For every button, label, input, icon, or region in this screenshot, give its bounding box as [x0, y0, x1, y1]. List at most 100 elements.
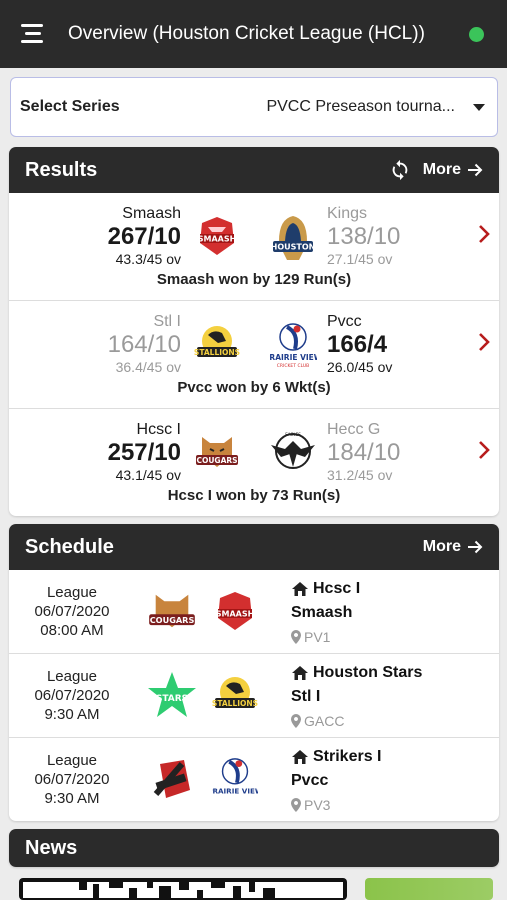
svg-text:SMAASH: SMAASH — [198, 235, 237, 244]
page-title: Overview (Houston Cricket League (HCL)) — [68, 23, 425, 44]
news-header: News — [9, 829, 499, 867]
schedule-header: Schedule More — [9, 524, 499, 570]
svg-text:STALLIONS: STALLIONS — [212, 699, 258, 708]
arrow-right-icon — [468, 540, 483, 554]
team-score: 164/10 — [107, 331, 181, 358]
app-bar: Overview (Houston Cricket League (HCL)) — [0, 0, 507, 68]
home-icon — [292, 582, 308, 596]
away-team: Pvcc — [291, 772, 329, 789]
away-team: Smaash — [291, 604, 353, 621]
svg-text:PRAIRIE VIEW: PRAIRIE VIEW — [269, 353, 317, 362]
venue: PV1 — [304, 629, 331, 645]
svg-text:EAGLES: EAGLES — [285, 432, 301, 437]
match-time: 9:30 AM — [44, 706, 100, 723]
match-date: 06/07/2020 — [34, 603, 110, 620]
team-score: 184/10 — [327, 439, 401, 466]
schedule-title: Schedule — [25, 535, 114, 558]
team-name: Kings — [327, 205, 368, 222]
match-type: League — [46, 668, 98, 685]
stallions-logo-icon: STALLIONS — [212, 677, 258, 708]
home-team: Hcsc I — [313, 580, 361, 597]
result-row[interactable]: Smaash 267/10 43.3/45 ov SMAASH HOUSTON … — [9, 193, 499, 301]
match-time: 08:00 AM — [40, 622, 104, 639]
team-name: Pvcc — [327, 313, 362, 330]
match-result: Hcsc I won by 73 Run(s) — [167, 487, 341, 504]
team-overs: 43.3/45 ov — [115, 251, 181, 267]
arrow-right-icon — [468, 163, 483, 177]
eagles-logo-icon: EAGLES — [271, 432, 315, 469]
series-select-label: Select Series — [20, 98, 120, 115]
match-date: 06/07/2020 — [34, 687, 110, 704]
schedule-row[interactable]: League 06/07/2020 9:30 AM PRAIRIE VIEW S… — [9, 738, 499, 821]
news-thumbnail[interactable] — [19, 878, 347, 900]
news-card: News — [9, 829, 499, 867]
team-score: 138/10 — [327, 223, 401, 250]
results-more-link[interactable]: More — [423, 161, 483, 179]
chevron-right-icon — [479, 333, 490, 351]
match-result: Smaash won by 129 Run(s) — [156, 271, 352, 288]
results-more-label: More — [422, 161, 461, 178]
svg-text:COUGARS: COUGARS — [196, 456, 237, 465]
prairie-view-logo-icon: PRAIRIE VIEW CRICKET CLUB — [269, 323, 317, 369]
news-thumbnail[interactable] — [365, 878, 493, 900]
team-overs: 43.1/45 ov — [115, 467, 181, 483]
prairie-view-logo-icon: PRAIRIE VIEW — [212, 758, 258, 795]
strikers-logo-icon — [153, 760, 190, 798]
results-card: Results More Smaash 267/10 43.3/45 ov SM… — [9, 147, 499, 516]
svg-text:SMAASH: SMAASH — [216, 610, 255, 619]
venue: PV3 — [304, 797, 331, 813]
home-team: Strikers I — [313, 748, 382, 765]
svg-text:STARS: STARS — [156, 694, 188, 704]
smaash-logo-icon: SMAASH — [198, 217, 237, 255]
schedule-more-label: More — [422, 538, 461, 555]
location-pin-icon — [291, 630, 301, 644]
home-icon — [292, 666, 308, 680]
away-team: Stl I — [291, 688, 321, 705]
houston-kings-logo-icon: HOUSTON — [271, 216, 316, 260]
home-icon — [292, 750, 308, 764]
team-overs: 36.4/45 ov — [115, 359, 181, 375]
team-overs: 26.0/45 ov — [327, 359, 393, 375]
svg-text:STALLIONS: STALLIONS — [194, 348, 240, 357]
cougars-logo-icon: COUGARS — [196, 437, 238, 467]
svg-text:PRAIRIE VIEW: PRAIRIE VIEW — [212, 786, 258, 795]
team-name: Hecc G — [327, 421, 381, 438]
team-overs: 31.2/45 ov — [327, 467, 393, 483]
team-overs: 27.1/45 ov — [327, 251, 393, 267]
qr-code-image — [19, 878, 347, 900]
svg-text:CRICKET CLUB: CRICKET CLUB — [277, 363, 310, 369]
match-result: Pvcc won by 6 Wkt(s) — [177, 379, 331, 396]
series-select-value: PVCC Preseason tourna... — [266, 98, 455, 115]
stallions-logo-icon: STALLIONS — [194, 326, 240, 357]
chevron-right-icon — [479, 441, 490, 459]
chevron-right-icon — [479, 225, 490, 243]
houston-stars-logo-icon: STARS — [148, 672, 196, 717]
smaash-logo-icon: SMAASH — [216, 592, 255, 630]
schedule-row[interactable]: League 06/07/2020 9:30 AM STARS STALLION… — [9, 654, 499, 738]
team-name: Stl I — [153, 313, 181, 330]
dropdown-caret-icon — [473, 103, 485, 111]
cougars-logo-icon: COUGARS — [149, 594, 195, 628]
team-name: Smaash — [122, 205, 181, 222]
refresh-icon[interactable] — [389, 159, 411, 181]
results-title: Results — [25, 158, 98, 181]
team-score: 257/10 — [107, 439, 181, 466]
news-title: News — [25, 836, 78, 859]
schedule-more-link[interactable]: More — [423, 538, 483, 556]
team-score: 267/10 — [107, 223, 181, 250]
match-type: League — [46, 752, 98, 769]
result-row[interactable]: Hcsc I 257/10 43.1/45 ov COUGARS EAGLES … — [9, 409, 499, 516]
match-date: 06/07/2020 — [34, 771, 110, 788]
match-time: 9:30 AM — [44, 790, 100, 807]
location-pin-icon — [291, 714, 301, 728]
schedule-row[interactable]: League 06/07/2020 08:00 AM COUGARS SMAAS… — [9, 570, 499, 654]
menu-icon[interactable] — [21, 24, 47, 44]
svg-text:HOUSTON: HOUSTON — [271, 243, 316, 252]
status-indicator — [469, 27, 484, 42]
schedule-card: Schedule More League 06/07/2020 08:00 AM… — [9, 524, 499, 821]
team-score: 166/4 — [327, 331, 388, 358]
results-header: Results More — [9, 147, 499, 193]
series-select[interactable]: Select Series PVCC Preseason tourna... — [10, 77, 498, 137]
result-row[interactable]: Stl I 164/10 36.4/45 ov STALLIONS PRAIRI… — [9, 301, 499, 409]
venue: GACC — [304, 713, 345, 729]
